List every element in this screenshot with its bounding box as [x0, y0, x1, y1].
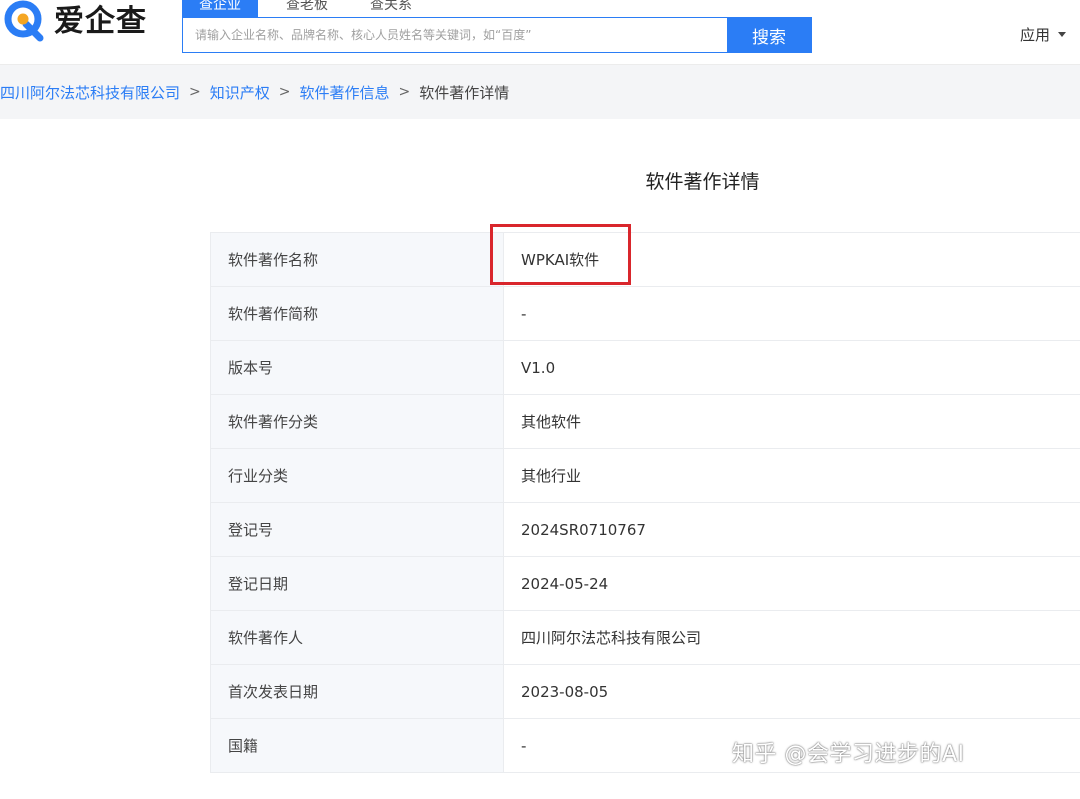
row-value: 其他软件 — [503, 394, 1080, 449]
row-label: 软件著作简称 — [210, 286, 504, 341]
breadcrumb-current: 软件著作详情 — [419, 83, 510, 102]
row-label: 登记日期 — [210, 556, 504, 611]
breadcrumb-separator: > — [398, 84, 411, 100]
top-header: 爱企查 查企业 查老板 查关系 搜索 应用 — [0, 0, 1080, 65]
row-value: 2024-05-24 — [503, 556, 1080, 611]
highlight-annotation-box — [490, 224, 631, 285]
table-row: 软件著作简称 - — [210, 286, 1080, 341]
search-tabs: 查企业 查老板 查关系 — [182, 0, 426, 17]
row-label: 行业分类 — [210, 448, 504, 503]
apps-label: 应用 — [1019, 26, 1050, 44]
caret-down-icon — [1058, 32, 1066, 37]
table-row: 软件著作分类 其他软件 — [210, 394, 1080, 449]
table-row: 登记号 2024SR0710767 — [210, 502, 1080, 557]
row-label: 首次发表日期 — [210, 664, 504, 719]
row-value: V1.0 — [503, 340, 1080, 395]
tab-boss[interactable]: 查老板 — [272, 0, 342, 17]
table-row: 首次发表日期 2023-08-05 — [210, 664, 1080, 719]
row-label: 登记号 — [210, 502, 504, 557]
table-row: 软件著作名称 WPKAI软件 — [210, 232, 1080, 287]
search-input[interactable] — [183, 18, 727, 52]
row-value: 其他行业 — [503, 448, 1080, 503]
table-row: 登记日期 2024-05-24 — [210, 556, 1080, 611]
row-value: 2024SR0710767 — [503, 502, 1080, 557]
breadcrumb-separator: > — [189, 84, 201, 100]
logo-q-icon — [4, 0, 44, 42]
detail-table: 软件著作名称 WPKAI软件 软件著作简称 - 版本号 V1.0 软件著作分类 … — [210, 232, 1080, 773]
breadcrumb: 四川阿尔法芯科技有限公司 > 知识产权 > 软件著作信息 > 软件著作详情 — [0, 65, 1080, 119]
row-label: 软件著作名称 — [210, 232, 504, 287]
search-box: 搜索 — [182, 17, 812, 53]
row-label: 国籍 — [210, 718, 504, 773]
row-label: 软件著作人 — [210, 610, 504, 665]
breadcrumb-software-info[interactable]: 软件著作信息 — [300, 82, 390, 103]
tab-relation[interactable]: 查关系 — [356, 0, 426, 17]
table-row: 软件著作人 四川阿尔法芯科技有限公司 — [210, 610, 1080, 665]
breadcrumb-company[interactable]: 四川阿尔法芯科技有限公司 — [0, 82, 180, 103]
breadcrumb-ip[interactable]: 知识产权 — [210, 82, 270, 103]
site-logo[interactable]: 爱企查 — [0, 0, 147, 44]
row-label: 软件著作分类 — [210, 394, 504, 449]
table-row: 版本号 V1.0 — [210, 340, 1080, 395]
row-label: 版本号 — [210, 340, 504, 395]
row-value: - — [503, 286, 1080, 341]
row-value: 四川阿尔法芯科技有限公司 — [503, 610, 1080, 665]
row-value: 2023-08-05 — [503, 664, 1080, 719]
apps-menu[interactable]: 应用 — [1020, 24, 1066, 45]
logo-text: 爱企查 — [54, 4, 147, 39]
search-button[interactable]: 搜索 — [727, 18, 811, 52]
zhihu-watermark: 知乎 @会学习进步的AI — [732, 742, 965, 767]
page: 爱企查 查企业 查老板 查关系 搜索 应用 四川阿尔法芯科技有限公司 > 知识产… — [0, 0, 1080, 799]
table-row: 行业分类 其他行业 — [210, 448, 1080, 503]
tab-company[interactable]: 查企业 — [182, 0, 258, 17]
breadcrumb-separator: > — [278, 84, 291, 100]
page-title: 软件著作详情 — [645, 171, 760, 193]
